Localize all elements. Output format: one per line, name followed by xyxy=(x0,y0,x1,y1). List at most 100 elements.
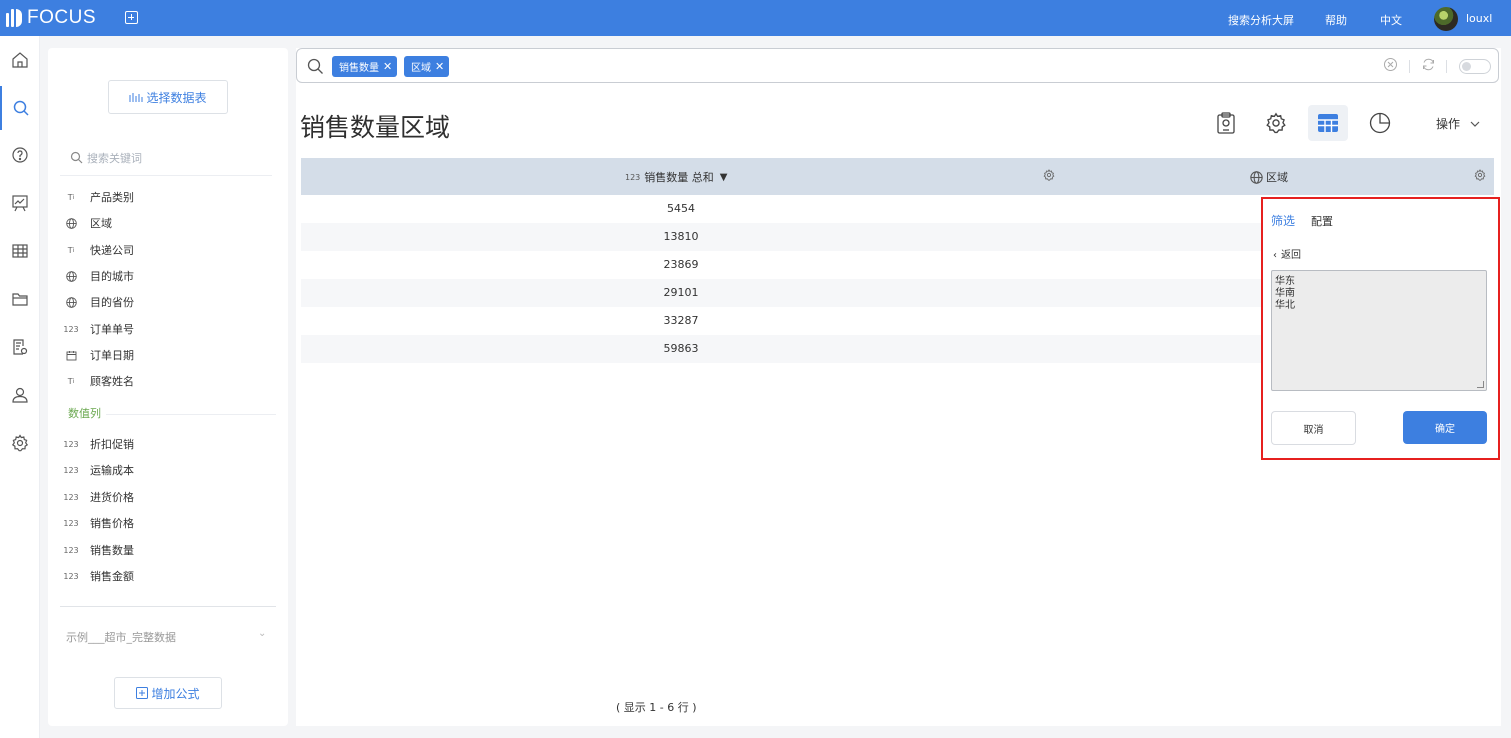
filter-value: 华北 xyxy=(1275,300,1295,311)
left-nav xyxy=(0,36,40,738)
table-view-button[interactable] xyxy=(1308,105,1348,141)
settings-icon xyxy=(11,434,29,452)
row-count: ( 显示 1 - 6 行 ) xyxy=(616,701,697,714)
column-header-region[interactable]: 区域 xyxy=(1250,169,1288,185)
nav-report-settings[interactable] xyxy=(0,325,40,369)
search-token[interactable]: 销售数量 ✕ xyxy=(332,56,398,77)
tab-filter[interactable]: 筛选 xyxy=(1271,212,1295,229)
column-label: 产品类别 xyxy=(90,191,134,204)
help-icon xyxy=(12,147,28,163)
cancel-button[interactable]: 取消 xyxy=(1271,411,1356,445)
number-type-icon: 123 xyxy=(63,518,79,528)
search-icon xyxy=(307,58,323,74)
column-header-sales-qty[interactable]: 123 销售数量 总和 ▼ xyxy=(625,169,727,185)
keyword-search-input[interactable]: 搜索关键词 xyxy=(60,140,272,176)
sort-desc-icon[interactable]: ▼ xyxy=(720,172,728,183)
dashboard-link[interactable]: 搜索分析大屏 xyxy=(1228,12,1294,28)
column-settings-icon[interactable] xyxy=(1474,169,1486,181)
report-settings-icon xyxy=(13,339,28,355)
folder-icon xyxy=(12,293,28,306)
column-header-label: 区域 xyxy=(1266,171,1288,184)
filter-values-textarea[interactable]: 华东 华南 华北 xyxy=(1271,270,1487,391)
column-label: 订单单号 xyxy=(90,323,134,336)
logo-mark-icon xyxy=(6,9,22,27)
chart-view-button[interactable] xyxy=(1360,105,1400,141)
chevron-left-icon: ‹ xyxy=(1273,250,1277,261)
tab-config[interactable]: 配置 xyxy=(1311,213,1333,229)
search-token[interactable]: 区域 ✕ xyxy=(404,56,450,77)
column-sidebar: 选择数据表 搜索关键词 Ti 产品类别 区域 Ti 快递公司 目的城市 目的省份… xyxy=(48,48,288,726)
resize-handle[interactable] xyxy=(1477,381,1484,388)
column-item[interactable]: Ti 快递公司 xyxy=(64,240,134,260)
table-cell: 13810 xyxy=(663,230,699,243)
text-type-icon: Ti xyxy=(67,192,75,202)
nav-home[interactable] xyxy=(0,38,40,82)
confirm-button[interactable]: 确定 xyxy=(1403,411,1487,444)
column-settings-icon[interactable] xyxy=(1043,169,1055,181)
add-formula-button[interactable]: 增加公式 xyxy=(114,677,222,709)
nav-folder[interactable] xyxy=(0,277,40,321)
search-bar[interactable]: 销售数量 ✕ 区域 ✕ xyxy=(296,48,1499,83)
nav-chart-board[interactable] xyxy=(0,181,40,225)
globe-icon xyxy=(64,295,78,309)
avatar[interactable] xyxy=(1434,7,1458,31)
nav-search[interactable] xyxy=(0,86,40,130)
column-item[interactable]: 123 销售数量 xyxy=(63,540,134,560)
focus-logo[interactable]: FOCUS xyxy=(6,7,96,29)
calendar-icon xyxy=(64,348,78,362)
toggle-switch[interactable] xyxy=(1459,59,1491,74)
language-link[interactable]: 中文 xyxy=(1380,12,1402,28)
column-item[interactable]: 123 折扣促销 xyxy=(63,434,134,454)
table-cell: 29101 xyxy=(663,286,699,299)
close-icon[interactable]: ✕ xyxy=(435,60,444,73)
column-item[interactable]: 123 销售价格 xyxy=(63,513,134,533)
refresh-icon[interactable] xyxy=(1421,57,1436,72)
column-label: 顾客姓名 xyxy=(90,375,134,388)
column-item[interactable]: Ti 顾客姓名 xyxy=(64,371,134,391)
column-item[interactable]: 目的城市 xyxy=(64,266,134,286)
filter-value: 华东 xyxy=(1275,276,1295,287)
separator xyxy=(1409,60,1410,73)
column-item[interactable]: 目的省份 xyxy=(64,292,134,312)
section-divider xyxy=(106,414,276,415)
bar-chart-icon xyxy=(129,93,143,102)
separator xyxy=(1446,60,1447,73)
column-header-label: 销售数量 总和 xyxy=(644,171,714,184)
text-type-icon: Ti xyxy=(67,376,75,386)
nav-table[interactable] xyxy=(0,229,40,273)
nav-user[interactable] xyxy=(0,373,40,417)
table-cell: 33287 xyxy=(663,314,699,327)
filter-value: 华南 xyxy=(1275,288,1295,299)
column-item[interactable]: 123 运输成本 xyxy=(63,460,134,480)
answer-save-button[interactable] xyxy=(1206,105,1246,141)
globe-icon xyxy=(64,216,78,230)
chevron-down-icon[interactable]: ⌄ xyxy=(258,628,266,639)
new-tab-icon[interactable] xyxy=(125,11,138,24)
page-title: 销售数量区域 xyxy=(300,113,451,142)
home-icon xyxy=(12,52,28,68)
text-type-icon: Ti xyxy=(67,245,75,255)
sidebar-divider xyxy=(60,606,276,607)
column-item[interactable]: 订单日期 xyxy=(64,345,134,365)
select-data-table-button[interactable]: 选择数据表 xyxy=(108,80,228,114)
column-item[interactable]: 123 销售金额 xyxy=(63,566,134,586)
column-label: 销售数量 xyxy=(90,544,134,557)
column-item[interactable]: Ti 产品类别 xyxy=(64,187,134,207)
data-source-name[interactable]: 示例___超市_完整数据 xyxy=(66,629,176,645)
back-link[interactable]: ‹ 返回 xyxy=(1273,246,1301,261)
column-item[interactable]: 123 进货价格 xyxy=(63,487,134,507)
username[interactable]: louxl xyxy=(1466,12,1492,25)
nav-help[interactable] xyxy=(0,133,40,177)
clipboard-icon xyxy=(1217,112,1235,134)
column-item[interactable]: 123 订单单号 xyxy=(63,319,134,339)
close-icon[interactable]: ✕ xyxy=(383,60,392,73)
filter-panel: 筛选 配置 ‹ 返回 华东 华南 华北 取消 确定 xyxy=(1261,197,1500,460)
column-item[interactable]: 区域 xyxy=(64,213,112,233)
nav-settings[interactable] xyxy=(0,421,40,465)
top-bar: FOCUS 搜索分析大屏 帮助 中文 louxl xyxy=(0,0,1511,36)
settings-button[interactable] xyxy=(1256,105,1296,141)
operations-dropdown[interactable]: 操作 xyxy=(1436,115,1480,132)
help-link[interactable]: 帮助 xyxy=(1325,12,1347,28)
number-type-icon: 123 xyxy=(63,465,79,475)
clear-icon[interactable] xyxy=(1383,57,1398,72)
